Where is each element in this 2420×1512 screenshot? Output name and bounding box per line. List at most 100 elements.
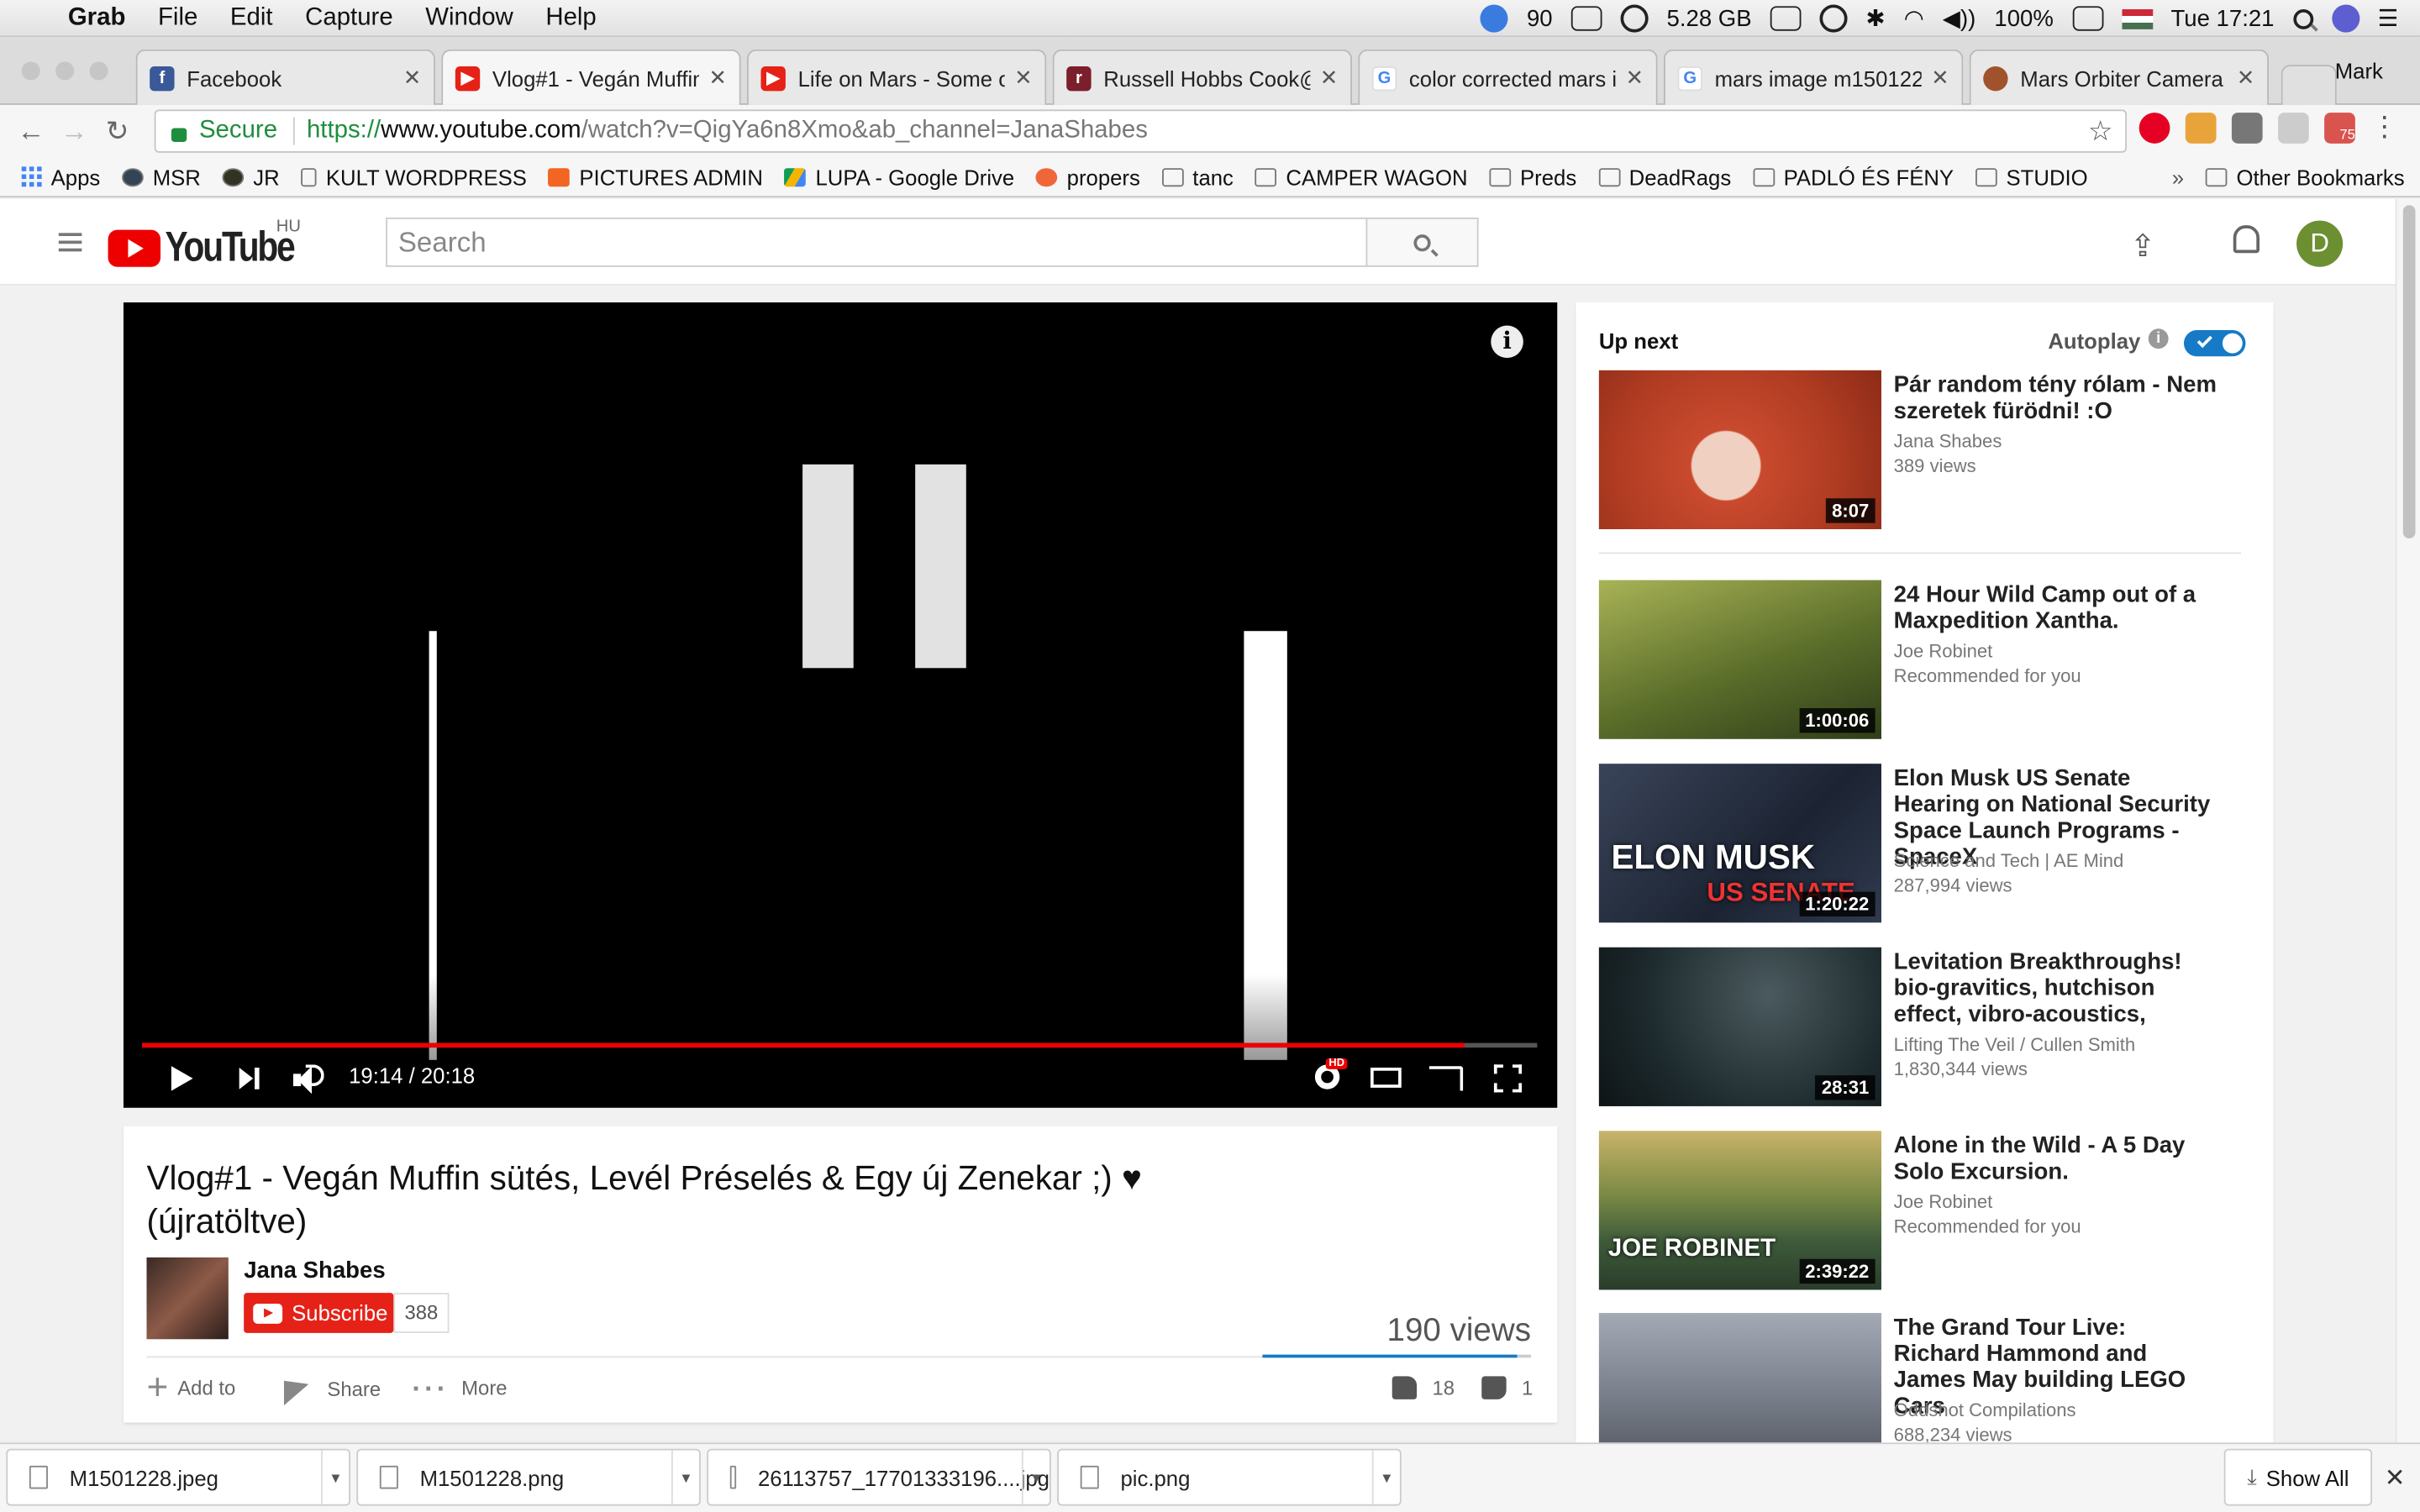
pinterest-icon[interactable] — [2139, 113, 2170, 144]
volume-icon[interactable]: ◀)) — [1943, 5, 1976, 33]
close-shelf-icon[interactable]: ✕ — [2385, 1462, 2406, 1494]
wifi-icon[interactable]: ◠ — [1904, 5, 1924, 33]
menu-capture[interactable]: Capture — [305, 4, 393, 32]
scrollbar-thumb[interactable] — [2402, 205, 2416, 539]
video-title[interactable]: Levitation Breakthroughs! bio-gravitics,… — [1894, 949, 2218, 1028]
tab-color-corrected-mars[interactable]: G color corrected mars i ✕ — [1358, 49, 1658, 105]
download-item[interactable]: M1501228.jpeg ▼ — [6, 1448, 350, 1506]
upload-icon[interactable]: ⇪ — [2130, 227, 2156, 265]
secure-label[interactable]: Secure — [199, 118, 277, 145]
home-icon[interactable] — [1570, 6, 1602, 31]
bookmark-msr[interactable]: MSR — [121, 165, 201, 189]
video-list-item[interactable]: JOE ROBINET 2:39:22 Alone in the Wild - … — [1598, 1131, 2263, 1291]
more-button[interactable]: ··· More — [412, 1374, 507, 1402]
video-list-item[interactable]: The Grand Tour Live: Richard Hammond and… — [1598, 1313, 2263, 1445]
reload-icon[interactable]: ↻ — [96, 115, 139, 148]
tab-close-icon[interactable]: ✕ — [709, 65, 728, 91]
download-item[interactable]: M1501228.png ▼ — [356, 1448, 701, 1506]
address-bar[interactable]: Secure https:// www.youtube.com /watch?v… — [154, 109, 2128, 153]
video-list-item[interactable]: 1:00:06 24 Hour Wild Camp out of a Maxpe… — [1598, 580, 2263, 741]
chrome-menu-icon[interactable]: ⋮ — [2370, 113, 2398, 144]
window-zoom-button[interactable] — [89, 61, 108, 81]
forward-icon[interactable]: → — [52, 115, 95, 148]
bluetooth-icon[interactable]: ✱ — [1866, 5, 1886, 33]
video-list-item[interactable]: ELON MUSK US SENATE 1:20:22 Elon Musk US… — [1598, 764, 2263, 924]
back-icon[interactable]: ← — [9, 115, 52, 148]
tab-vlog[interactable]: ▶ Vlog#1 - Vegán Muffin ✕ — [441, 49, 741, 105]
video-thumbnail[interactable]: 8:07 — [1598, 370, 1881, 529]
tab-close-icon[interactable]: ✕ — [1320, 65, 1339, 91]
tab-close-icon[interactable]: ✕ — [1931, 65, 1949, 91]
download-icon[interactable] — [2185, 113, 2217, 144]
window-minimize-button[interactable] — [55, 61, 75, 81]
window-close-button[interactable] — [21, 61, 40, 81]
video-list-item[interactable]: 28:31 Levitation Breakthroughs! bio-grav… — [1598, 947, 2263, 1108]
bookmark-kult-wordpress[interactable]: KULT WORDPRESS — [301, 165, 527, 189]
menu-window[interactable]: Window — [425, 4, 513, 32]
memory-readout[interactable]: 5.28 GB — [1667, 5, 1752, 31]
menu-app-name[interactable]: Grab — [68, 4, 126, 32]
autoplay-toggle[interactable] — [2183, 330, 2246, 357]
download-options-icon[interactable]: ▼ — [321, 1450, 349, 1504]
video-title[interactable]: 24 Hour Wild Camp out of a Maxpedition X… — [1894, 581, 2218, 633]
other-bookmarks[interactable]: Other Bookmarks — [2205, 165, 2405, 189]
video-thumbnail[interactable] — [1598, 1313, 1881, 1445]
bookmark-pictures-admin[interactable]: PICTURES ADMIN — [548, 165, 763, 189]
battery-icon[interactable] — [2071, 6, 2103, 31]
dislike-button[interactable]: 1 — [1481, 1376, 1533, 1399]
up-next-video[interactable]: 8:07 Pár random tény rólam - Nem szerete… — [1598, 370, 2263, 531]
bookmark-folder-tanc[interactable]: tanc — [1161, 165, 1234, 189]
notifications-bell-icon[interactable] — [2233, 225, 2260, 254]
creative-cloud-icon[interactable] — [1620, 4, 1649, 33]
search-button[interactable] — [1365, 217, 1479, 267]
tab-close-icon[interactable]: ✕ — [1014, 65, 1033, 91]
video-title[interactable]: Alone in the Wild - A 5 Day Solo Excursi… — [1894, 1132, 2218, 1184]
profile-name[interactable]: Mark — [2335, 59, 2383, 83]
cast-icon[interactable] — [1428, 1066, 1464, 1091]
bookmark-star-icon[interactable]: ☆ — [2088, 116, 2113, 149]
bookmark-jr[interactable]: JR — [222, 165, 280, 189]
spotlight-icon[interactable] — [2292, 8, 2313, 29]
menu-file[interactable]: File — [158, 4, 197, 32]
bookmarks-overflow-button[interactable]: » — [2172, 165, 2184, 189]
video-thumbnail[interactable]: ELON MUSK US SENATE 1:20:22 — [1598, 764, 1881, 923]
fullscreen-icon[interactable] — [1493, 1064, 1523, 1093]
time-machine-icon[interactable] — [1819, 4, 1848, 33]
tab-mars-orbiter[interactable]: Mars Orbiter Camera I ✕ — [1969, 49, 2269, 105]
bookmark-apps[interactable]: Apps — [21, 165, 101, 189]
search-input[interactable]: Search — [386, 217, 1368, 267]
share-button[interactable]: Share — [283, 1372, 381, 1406]
download-item[interactable]: 26113757_17701333196....jpg ▼ — [707, 1448, 1051, 1506]
tab-close-icon[interactable]: ✕ — [2237, 65, 2255, 91]
tab-close-icon[interactable]: ✕ — [1626, 65, 1644, 91]
play-icon[interactable] — [171, 1066, 193, 1091]
menu-edit[interactable]: Edit — [230, 4, 273, 32]
adblock-icon[interactable]: 75 — [2324, 113, 2355, 144]
theater-mode-icon[interactable] — [1370, 1068, 1402, 1088]
progress-bar[interactable] — [141, 1042, 1538, 1048]
new-tab-button[interactable] — [2281, 65, 2337, 105]
flag-hungary-icon[interactable] — [2121, 8, 2153, 29]
notification-center-icon[interactable]: ☰ — [2378, 5, 2399, 33]
channel-avatar[interactable] — [146, 1257, 229, 1340]
lock-icon[interactable] — [171, 127, 187, 142]
tab-facebook[interactable]: f Facebook ✕ — [135, 49, 435, 105]
download-options-icon[interactable]: ▼ — [1021, 1450, 1050, 1504]
download-options-icon[interactable]: ▼ — [1371, 1450, 1400, 1504]
video-player[interactable]: i 19:14 / 20:18 HD — [123, 302, 1558, 1108]
clock[interactable]: Tue 17:21 — [2170, 5, 2274, 31]
bookmark-folder-deadrags[interactable]: DeadRags — [1597, 165, 1731, 189]
subscribe-button[interactable]: Subscribe — [244, 1293, 394, 1333]
add-to-button[interactable]: + Add to — [146, 1368, 235, 1405]
channel-name[interactable]: Jana Shabes — [244, 1257, 385, 1284]
guide-menu-icon[interactable] — [58, 233, 82, 256]
video-thumbnail[interactable]: JOE ROBINET 2:39:22 — [1598, 1131, 1881, 1290]
autoplay-info-icon[interactable]: i — [2148, 328, 2169, 349]
extension-icon[interactable] — [2278, 113, 2309, 144]
siri-icon[interactable] — [2331, 4, 2360, 33]
next-icon[interactable] — [239, 1068, 261, 1089]
tab-close-icon[interactable]: ✕ — [403, 65, 422, 91]
tab-russell-hobbs[interactable]: r Russell Hobbs Cook@ ✕ — [1052, 49, 1352, 105]
menu-help[interactable]: Help — [545, 4, 596, 32]
tab-life-on-mars[interactable]: ▶ Life on Mars - Some of ✕ — [746, 49, 1047, 105]
